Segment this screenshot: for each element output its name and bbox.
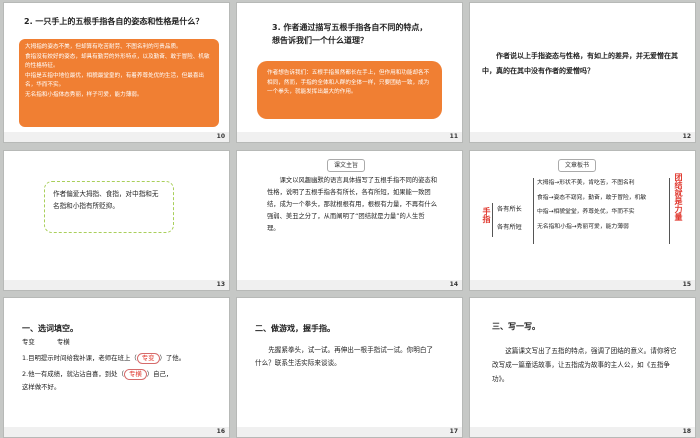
slide-number: 13 xyxy=(216,281,225,288)
answer-slot: 专横 xyxy=(123,369,147,380)
slide-thumbnail-12[interactable]: 作者说以上手指姿态与性格，有如上的差异，并无爱憎在其中，真的在其中没有作者的爱憎… xyxy=(470,3,695,142)
word-option: 专变 xyxy=(22,338,35,346)
answer-slot: 专变 xyxy=(136,353,160,364)
answer-box: 作者偏爱大拇指、食指，对中指和无名指和小指有所贬抑。 xyxy=(44,181,174,233)
board-row: 食指→姿态不窈窕，勤奋，敢于冒险，机敏 xyxy=(537,194,647,201)
slide-number: 18 xyxy=(682,428,691,435)
slide-thumbnail-10[interactable]: 2. 一只手上的五根手指各自的姿态和性格是什么？ 大拇指的姿态不美，但却算有吃苦… xyxy=(4,3,229,142)
slide-number: 10 xyxy=(216,133,225,140)
question-1: 1.目明提示时间给我补课，老师在班上（ 专变 ）了他。 xyxy=(22,353,186,364)
brace-line xyxy=(669,178,670,244)
slide-number: 11 xyxy=(449,133,458,140)
slide-thumbnail-11[interactable]: 3. 作者通过描写五根手指各自不同的特点，想告诉我们一个什么道理？ 作者想告诉我… xyxy=(237,3,462,142)
question-2: 2.他一有成绩，就沾沾自喜，到处（ 专横 ）自己， xyxy=(22,369,173,380)
slide-title: 3. 作者通过描写五根手指各自不同的特点，想告诉我们一个什么道理？ xyxy=(272,23,428,45)
board-mid-item: 各有所长 xyxy=(497,206,522,213)
word-bank: 专变 专横 xyxy=(22,337,70,348)
activity-text: 先握紧拳头，试一试。再伸出一根手指试一试。你明白了什么？联系生活实际来谈谈。 xyxy=(255,346,434,367)
slide-number: 12 xyxy=(682,133,691,140)
summary-text: 课文以风趣幽默的语言具体描写了五根手指不同的姿态和性格，说明了五根手指各有所长，… xyxy=(267,177,438,232)
question-2-continued: 这样做不好。 xyxy=(22,383,61,391)
board-right-label: 团结就是力量 xyxy=(674,173,683,221)
board-left-label: 手指 xyxy=(482,207,491,223)
slide-title: 三、写一写。 xyxy=(492,322,540,331)
answer-box: 作者想告诉我们：五根手指虽然都长在手上，但作用和功能却各不相同，然而，手指的全体… xyxy=(257,61,442,119)
section-tag: 文章板书 xyxy=(558,159,597,172)
brace-line xyxy=(533,178,534,244)
writing-task-text: 这篇课文写出了五指的特点，强调了团结的意义。请你将它改写成一篇童话故事，让五指成… xyxy=(492,347,677,383)
box-line: 大拇指的姿态不美，但却算有吃苦耐劳、不图名利的可贵品质。 xyxy=(25,44,182,50)
slide-thumbnail-16[interactable]: 一、选词填空。 专变 专横 1.目明提示时间给我补课，老师在班上（ 专变 ）了他。 … xyxy=(4,298,229,437)
slide-thumbnail-18[interactable]: 三、写一写。 这篇课文写出了五指的特点，强调了团结的意义。请你将它改写成一篇童话… xyxy=(470,298,695,437)
slide-number: 14 xyxy=(449,281,458,288)
slide-thumbnail-17[interactable]: 二、做游戏，握手指。 先握紧拳头，试一试。再伸出一根手指试一试。你明白了什么？联… xyxy=(237,298,462,437)
slide-thumbnail-15[interactable]: 文章板书 手指 各有所长 各有所短 大拇指→形状不美，肯吃苦，不图名利 食指→姿… xyxy=(470,151,695,290)
board-row: 大拇指→形状不美，肯吃苦，不图名利 xyxy=(537,180,635,186)
box-line: 无名指和小指体态秀丽，样子可爱，能力薄弱。 xyxy=(25,91,143,98)
box-line: 食指没有姣好的姿态，却具有勤劳的外形特点，以及勤奋、敢于冒险、机敏的性格特征。 xyxy=(25,53,210,70)
word-option: 专横 xyxy=(56,338,70,346)
box-line: 中指是五指中地位最优，相貌最堂皇的，有着养尊处优的生活，但最喜出名，华而不实。 xyxy=(25,72,205,89)
question-text: 作者说以上手指姿态与性格，有如上的差异，并无爱憎在其中，真的在其中没有作者的爱憎… xyxy=(482,52,678,75)
board-mid-item: 各有所短 xyxy=(497,224,522,231)
slide-number: 16 xyxy=(216,428,225,435)
slide-number: 15 xyxy=(682,281,691,288)
board-row: 中指→相貌堂堂，养尊处优，华而不实 xyxy=(537,209,635,215)
slide-thumbnail-14[interactable]: 课文主旨 课文以风趣幽默的语言具体描写了五根手指不同的姿态和性格，说明了五根手指… xyxy=(237,151,462,290)
slide-number: 17 xyxy=(449,428,458,435)
board-row: 无名指和小指→秀丽可爱，能力薄弱 xyxy=(537,223,629,230)
slide-title: 一、选词填空。 xyxy=(22,324,78,333)
slide-title: 二、做游戏，握手指。 xyxy=(255,324,335,333)
brace-line xyxy=(492,203,493,237)
slide-title: 2. 一只手上的五根手指各自的姿态和性格是什么？ xyxy=(24,17,204,26)
section-tag: 课文主旨 xyxy=(327,159,366,172)
answer-box: 大拇指的姿态不美，但却算有吃苦耐劳、不图名利的可贵品质。 食指没有姣好的姿态，却… xyxy=(19,39,219,127)
slide-thumbnail-13[interactable]: 作者偏爱大拇指、食指，对中指和无名指和小指有所贬抑。 13 xyxy=(4,151,229,290)
board-rows: 大拇指→形状不美，肯吃苦，不图名利 食指→姿态不窈窕，勤奋，敢于冒险，机敏 中指… xyxy=(537,176,667,234)
